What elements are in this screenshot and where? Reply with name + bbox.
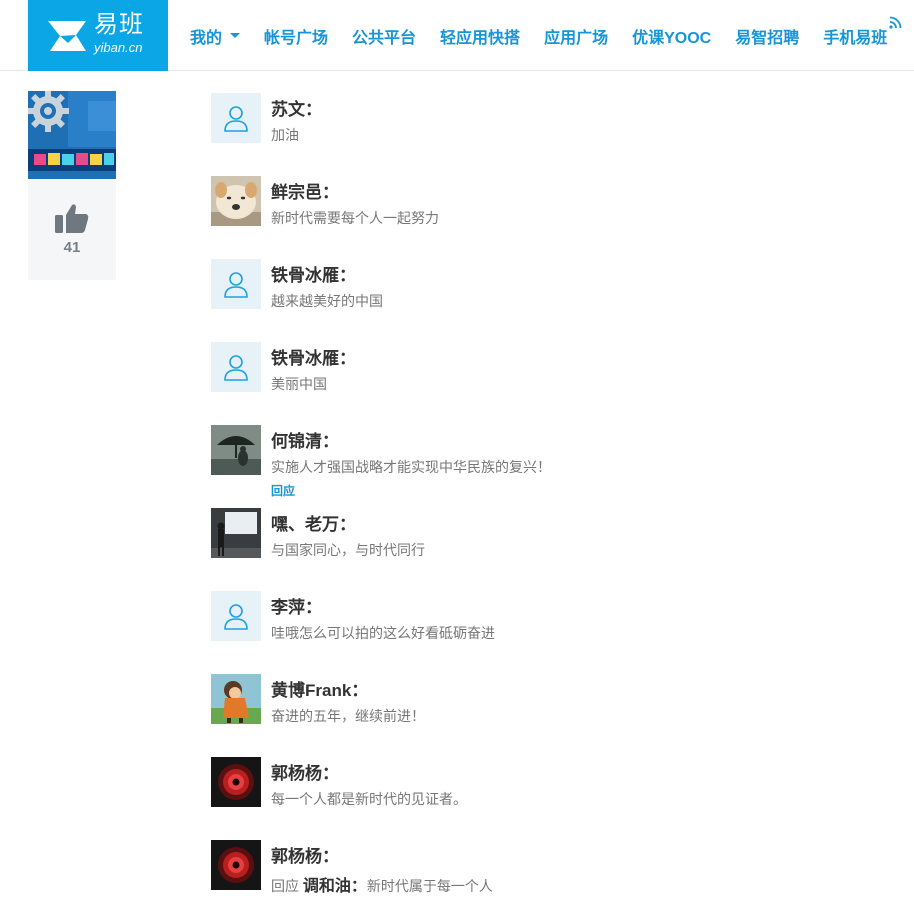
- gear-banner-image: [28, 91, 116, 179]
- dog-photo: [211, 176, 261, 226]
- default-avatar-icon: [224, 604, 248, 630]
- default-avatar-icon: [224, 272, 248, 298]
- avatar[interactable]: [211, 425, 261, 475]
- avatar[interactable]: [211, 259, 261, 309]
- comment-text: 新时代需要每个人一起努力: [271, 210, 439, 226]
- avatar[interactable]: [211, 757, 261, 807]
- red-eye-photo: [211, 840, 261, 890]
- comment-list: 苏文： 加油 鲜宗邑： 新时代需要每个人一起努力 铁骨冰雁： 越来越美好的中国 …: [211, 93, 891, 899]
- comment-author[interactable]: 郭杨杨：: [271, 842, 339, 867]
- yiban-logo[interactable]: 易班 yiban.cn: [28, 0, 168, 71]
- comment-text: 新时代属于每一个人: [366, 878, 493, 894]
- reply-target[interactable]: 调和油：: [303, 878, 367, 895]
- comment-text: 每一个人都是新时代的见证者。: [271, 791, 467, 807]
- comment-text: 奋进的五年，继续前进！: [271, 708, 425, 724]
- nav-item-public-platform[interactable]: 公共平台: [352, 24, 416, 48]
- comment-item: 郭杨杨： 每一个人都是新时代的见证者。: [211, 757, 891, 840]
- thumbs-up-icon: [55, 204, 89, 233]
- umbrella-photo: [211, 425, 261, 475]
- nav-item-recruitment[interactable]: 易智招聘: [735, 24, 799, 48]
- comment-text: 美丽中国: [271, 376, 327, 392]
- speaker-photo: [211, 508, 261, 558]
- comment-author[interactable]: 铁骨冰雁：: [271, 344, 356, 369]
- comment-item: 嘿、老万： 与国家同心，与时代同行: [211, 508, 891, 591]
- default-avatar-icon: [224, 106, 248, 132]
- like-button[interactable]: 41: [28, 179, 116, 280]
- avatar[interactable]: [211, 93, 261, 143]
- comment-item: 黄博Frank： 奋进的五年，继续前进！: [211, 674, 891, 757]
- comment-author[interactable]: 郭杨杨：: [271, 759, 339, 784]
- avatar[interactable]: [211, 342, 261, 392]
- comment-author[interactable]: 李萍：: [271, 593, 322, 618]
- avatar[interactable]: [211, 176, 261, 226]
- cartoon-girl-photo: [211, 674, 261, 724]
- comment-item: 鲜宗邑： 新时代需要每个人一起努力: [211, 176, 891, 259]
- comment-author[interactable]: 黄博Frank：: [271, 676, 368, 701]
- comment-item: 苏文： 加油: [211, 93, 891, 176]
- nav-item-app-square[interactable]: 应用广场: [544, 24, 608, 48]
- comment-text: 实施人才强国战略才能实现中华民族的复兴！: [271, 459, 551, 475]
- red-eye-photo: [211, 757, 261, 807]
- nav-item-account-square[interactable]: 帐号广场: [264, 24, 328, 48]
- comment-text: 与国家同心，与时代同行: [271, 542, 425, 558]
- avatar[interactable]: [211, 840, 261, 890]
- comment-author[interactable]: 鲜宗邑：: [271, 178, 339, 203]
- comment-item: 铁骨冰雁： 美丽中国: [211, 342, 891, 425]
- main-nav: 我的 帐号广场 公共平台 轻应用快搭 应用广场 优课YOOC 易智招聘 手机易班: [190, 0, 887, 71]
- default-avatar-icon: [224, 355, 248, 381]
- comment-text: 越来越美好的中国: [271, 293, 383, 309]
- wifi-icon: [889, 16, 902, 29]
- comment-item: 李萍： 哇哦怎么可以拍的这么好看砥砺奋进: [211, 591, 891, 674]
- nav-label: 我的: [190, 29, 223, 47]
- yiban-logo-icon: [48, 21, 86, 51]
- comment-text: 加油: [271, 127, 299, 143]
- comment-item: 郭杨杨： 回应 调和油：新时代属于每一个人: [211, 840, 891, 899]
- comment-item: 铁骨冰雁： 越来越美好的中国: [211, 259, 891, 342]
- comment-item: 何锦清： 实施人才强国战略才能实现中华民族的复兴！ 回应: [211, 425, 891, 508]
- comment-text: 哇哦怎么可以拍的这么好看砥砺奋进: [271, 625, 495, 641]
- post-thumbnail[interactable]: [28, 91, 116, 179]
- comment-author[interactable]: 嘿、老万：: [271, 510, 356, 535]
- avatar[interactable]: [211, 508, 261, 558]
- logo-domain: yiban.cn: [94, 40, 143, 55]
- nav-item-yooc[interactable]: 优课YOOC: [632, 24, 711, 48]
- avatar[interactable]: [211, 674, 261, 724]
- nav-item-light-app-builder[interactable]: 轻应用快搭: [440, 24, 520, 48]
- chevron-down-icon: [230, 33, 241, 38]
- avatar[interactable]: [211, 591, 261, 641]
- comment-author[interactable]: 苏文：: [271, 95, 322, 120]
- logo-title: 易班: [94, 11, 144, 38]
- comment-author[interactable]: 铁骨冰雁：: [271, 261, 356, 286]
- top-header: 易班 yiban.cn 我的 帐号广场 公共平台 轻应用快搭 应用广场 优课YO…: [0, 0, 914, 71]
- nav-item-mine[interactable]: 我的: [190, 24, 241, 48]
- nav-item-mobile-yiban[interactable]: 手机易班: [823, 24, 887, 48]
- comment-author[interactable]: 何锦清：: [271, 427, 339, 452]
- reply-link[interactable]: 回应: [271, 482, 295, 499]
- reply-prefix: 回应: [271, 878, 299, 894]
- comment-reply-text: 回应 调和油：新时代属于每一个人: [271, 872, 493, 896]
- like-count: 41: [63, 239, 81, 256]
